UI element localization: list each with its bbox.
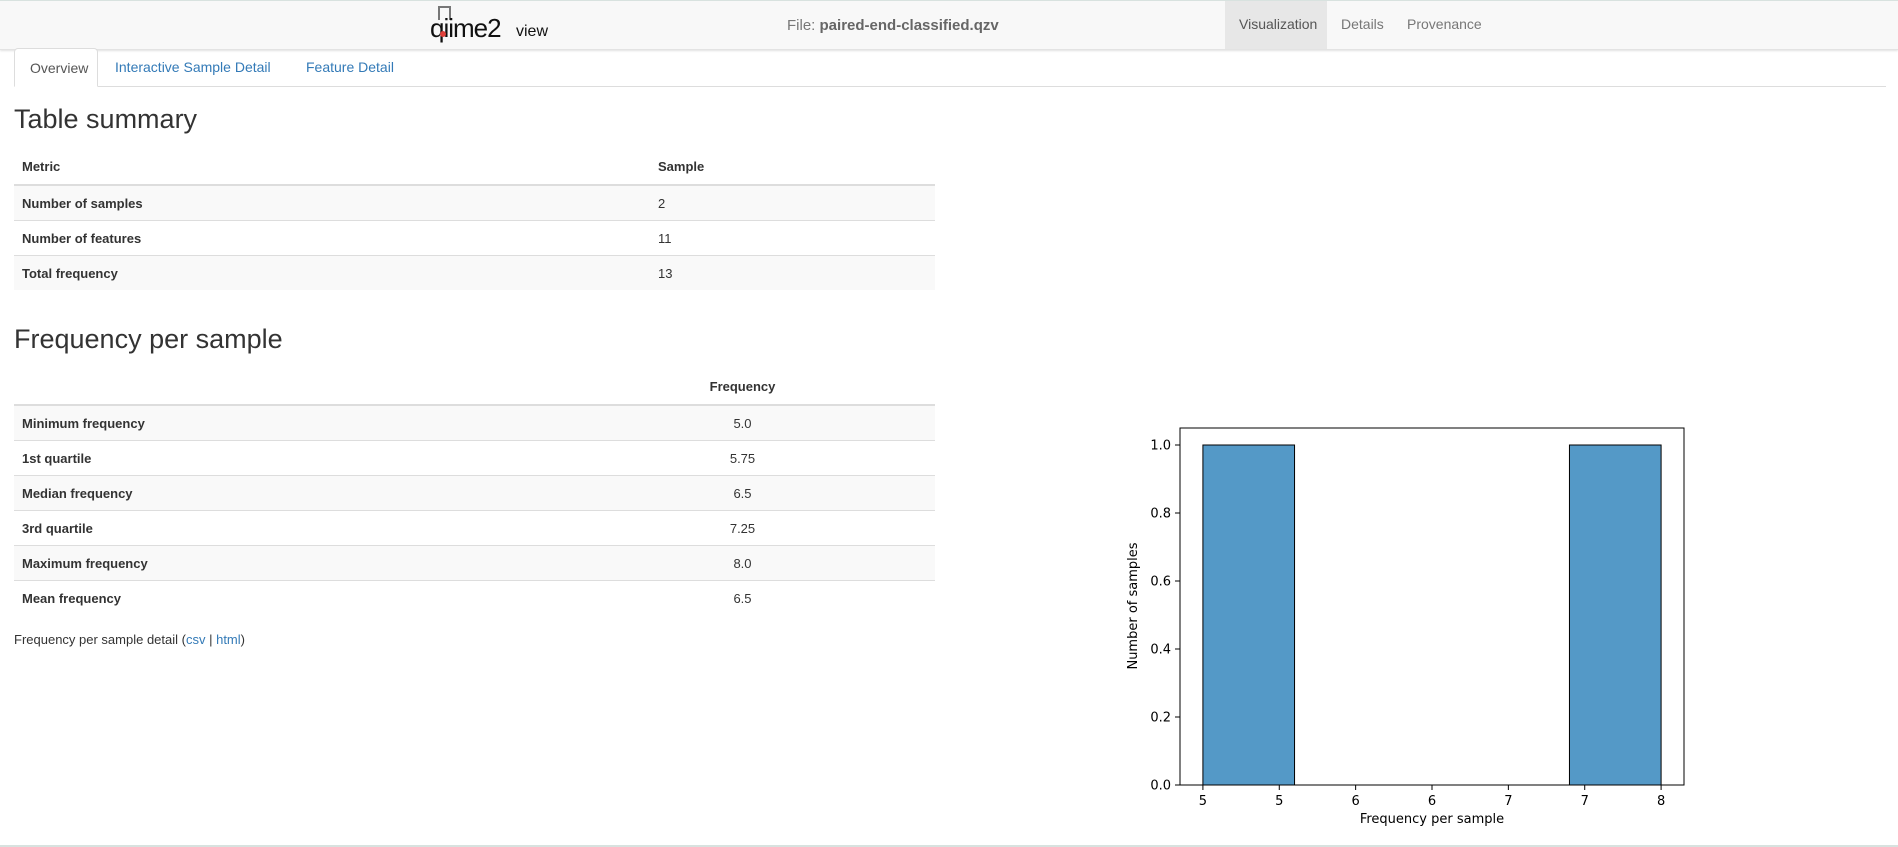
nav-details[interactable]: Details [1327, 1, 1398, 49]
y-tick-label: 0.8 [1150, 507, 1171, 522]
table-row: 3rd quartile 7.25 [14, 510, 935, 546]
y-tick-label: 1.0 [1150, 439, 1171, 454]
y-axis-label: Number of samples [1126, 542, 1141, 669]
table-row: Mean frequency 6.5 [14, 580, 935, 615]
frequency-per-sample-heading: Frequency per sample [14, 324, 283, 354]
y-tick-label: 0.0 [1150, 779, 1171, 794]
frequency-detail-line: Frequency per sample detail (csv | html) [14, 632, 245, 647]
x-tick-label: 6 [1428, 794, 1436, 809]
table-summary-heading: Table summary [14, 104, 198, 134]
x-axis-label: Frequency per sample [1360, 812, 1504, 827]
table-row: Median frequency 6.5 [14, 475, 935, 511]
content-tabs: Overview Interactive Sample Detail Featu… [14, 48, 1886, 87]
x-tick-label: 7 [1581, 794, 1589, 809]
table-row: Number of features 11 [14, 220, 935, 256]
table-row: Maximum frequency 8.0 [14, 545, 935, 581]
y-tick-label: 0.4 [1150, 643, 1171, 658]
html-link[interactable]: html [216, 632, 241, 647]
top-navbar: qiime2 view File: paired-end-classified.… [0, 0, 1898, 50]
tab-overview[interactable]: Overview [14, 48, 98, 87]
frequency-histogram: 5 5 6 6 7 7 8 0.0 0.2 0.4 0.6 0.8 1.0 Frequency per… [1126, 427, 1685, 827]
y-tick-label: 0.2 [1150, 711, 1171, 726]
tab-feature-detail[interactable]: Feature Detail [291, 48, 409, 86]
x-tick-label: 5 [1275, 794, 1283, 809]
nav-visualization[interactable]: Visualization [1225, 1, 1327, 49]
histogram-bar-0 [1202, 444, 1296, 786]
file-name: paired-end-classified.qzv [819, 17, 999, 34]
table-row: Number of samples 2 [14, 184, 935, 221]
x-tick-label: 8 [1657, 794, 1665, 809]
table-row: Total frequency 13 [14, 255, 935, 290]
histogram-bar-4 [1568, 444, 1662, 786]
csv-link[interactable]: csv [186, 632, 206, 647]
table-summary: Metric Sample Number of samples 2 Number… [14, 148, 935, 290]
table-row: 1st quartile 5.75 [14, 440, 935, 476]
x-tick-label: 5 [1199, 794, 1207, 809]
col-blank [14, 368, 550, 406]
col-sample: Sample [650, 148, 935, 186]
y-tick-label: 0.6 [1150, 575, 1171, 590]
col-frequency: Frequency [550, 368, 935, 406]
qiime2view-logo[interactable]: qiime2 view [428, 6, 548, 43]
table-row: Minimum frequency 5.0 [14, 404, 935, 441]
nav-provenance[interactable]: Provenance [1393, 1, 1496, 49]
file-label: File: paired-end-classified.qzv [787, 17, 999, 34]
tab-interactive-sample-detail[interactable]: Interactive Sample Detail [100, 48, 286, 86]
col-metric: Metric [14, 148, 650, 186]
frequency-table: Frequency Minimum frequency 5.0 1st quart… [14, 368, 935, 615]
x-tick-label: 6 [1351, 794, 1359, 809]
x-tick-label: 7 [1504, 794, 1512, 809]
